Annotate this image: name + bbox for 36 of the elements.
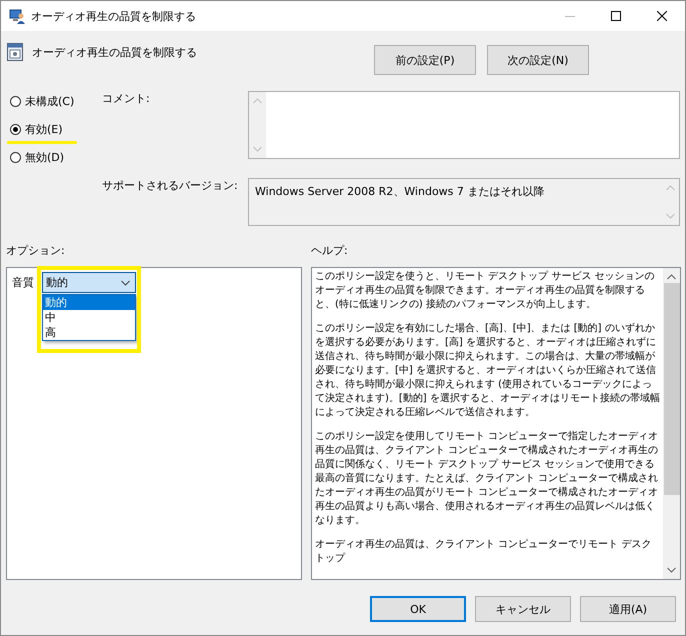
dropdown[interactable]: 動的 — [42, 272, 136, 293]
scroll-up-icon[interactable] — [667, 274, 676, 280]
next-setting-button[interactable]: 次の設定(N) — [487, 45, 589, 75]
help-paragraph: このポリシー設定を使うと、リモート デスクトップ サービス セッションのオーディオ再生の品質を制限できます。オーディオ再生の品質を制限すると、(特に低速リンクの) 接続のパフォーマンスが向上します。 — [315, 270, 656, 312]
help-paragraph: このポリシー設定を使用してリモート コンピューターで指定したオーディオ再生の品質は、クライアント コンピューターで構成されたオーディオ再生の品質に関係なく、リモート デスクトップ サービス セッションで使用できる最高の音質になります。たとえば、クライアント コンピューターで構成されたオーディオ再生の品質がリモート コンピューターで構成されたオーディオ再生の品質よりも高い場合、使用されるオーディオ再生の品質レベルは低くなります。 — [315, 430, 660, 528]
caret-icon — [121, 280, 130, 286]
options-label: オプション: — [5, 243, 66, 258]
apply-button[interactable]: 適用(A) — [580, 596, 676, 622]
radio-label: 未構成(C) — [25, 94, 74, 108]
dropdown-option[interactable]: 高 — [43, 325, 135, 340]
supported-label: サポートされるバージョン: — [102, 178, 239, 194]
cancel-button[interactable]: キャンセル — [475, 596, 571, 622]
scroll-down-icon[interactable] — [667, 567, 676, 573]
help-paragraph: オーディオ再生の品質は、クライアント コンピューターでリモート デスクトップ — [315, 538, 652, 566]
help-label: ヘルプ: — [311, 243, 348, 258]
comment-field[interactable] — [248, 91, 680, 159]
radio-button[interactable] — [10, 152, 21, 162]
policy-title: オーディオ再生の品質を制限する — [32, 45, 197, 60]
scrollbar[interactable] — [663, 268, 680, 579]
maximize-icon — [611, 11, 621, 21]
help-paragraph: このポリシー設定を有効にした場合、[高]、[中]、または [動的] のいずれかを選択する必要があります。[高] を選択すると、オーディオは圧縮されずに送信され、待ち時間が最小限に抑えられます。この場合は、大量の帯域幅が必要になります。[中] を選択すると、オーディオはいくらか圧縮されて送信され、待ち時間が最小限に抑えられます (使用されているコーデックによって決定されます)。[動的] を選択すると、オーディオはリモート接続の帯域幅によって決定される圧縮レベルで送信されます。 — [315, 322, 661, 420]
supported-version-text: Windows Server 2008 R2、Windows 7 またはそれ以降 — [254, 184, 546, 200]
radio-label: 有効(E) — [25, 122, 63, 136]
radio-button[interactable] — [10, 96, 21, 106]
previous-setting-button[interactable]: 前の設定(P) — [374, 45, 476, 75]
close-icon — [657, 11, 667, 21]
ok-button[interactable]: OK — [370, 596, 466, 622]
comment-label: コメント: — [102, 91, 151, 107]
window-title: オーディオ再生の品質を制限する — [31, 8, 196, 24]
settings-window-icon — [7, 43, 23, 61]
radio-button[interactable] — [10, 124, 21, 134]
dropdown-option[interactable]: 動的 — [43, 295, 135, 310]
radio-label: 無効(D) — [25, 150, 64, 164]
setting-label: 音質 — [12, 275, 34, 290]
dropdown-option[interactable]: 中 — [43, 310, 135, 325]
computer-user-icon — [9, 8, 25, 24]
